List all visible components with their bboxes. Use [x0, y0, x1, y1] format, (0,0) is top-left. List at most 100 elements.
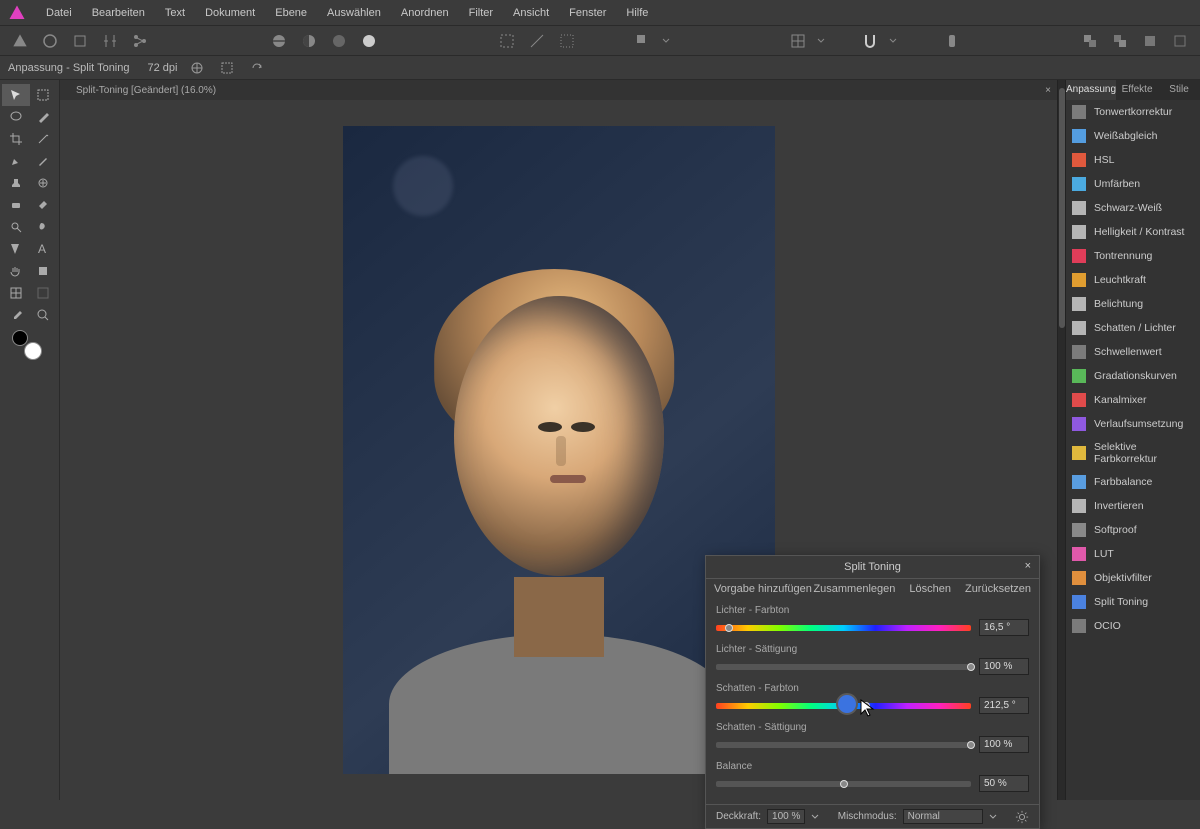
pencil-tool[interactable]	[30, 150, 58, 172]
adjustment-recolor[interactable]: Umfärben	[1066, 172, 1200, 196]
brush-tool[interactable]	[30, 106, 58, 128]
fit-icon[interactable]	[187, 58, 207, 78]
marquee-tool[interactable]	[30, 84, 58, 106]
right-scrollbar[interactable]	[1057, 80, 1065, 800]
chevron-down-icon[interactable]	[989, 813, 997, 821]
cube-icon[interactable]	[68, 29, 92, 53]
adjustment-gradientmap[interactable]: Verlaufsumsetzung	[1066, 412, 1200, 436]
selection-rect-icon[interactable]	[495, 29, 519, 53]
pen-tool[interactable]	[2, 150, 30, 172]
chevron-down-icon[interactable]	[661, 29, 671, 53]
move-tool[interactable]	[2, 84, 30, 106]
adjustment-hsl[interactable]: HSL	[1066, 148, 1200, 172]
tab-stile[interactable]: Stile	[1158, 80, 1200, 100]
reset-button[interactable]: Zurücksetzen	[965, 583, 1031, 595]
adjustment-selective[interactable]: Selektive Farbkorrektur	[1066, 436, 1200, 470]
selection-refine-icon[interactable]	[555, 29, 579, 53]
adjustment-threshold[interactable]: Schwellenwert	[1066, 340, 1200, 364]
grid-icon[interactable]	[786, 29, 810, 53]
adjustment-invert[interactable]: Invertieren	[1066, 494, 1200, 518]
menu-filter[interactable]: Filter	[459, 3, 503, 23]
menu-fenster[interactable]: Fenster	[559, 3, 616, 23]
tab-effekte[interactable]: Effekte	[1116, 80, 1158, 100]
selection-diag-icon[interactable]	[525, 29, 549, 53]
blend-dropdown[interactable]: Normal	[903, 809, 983, 824]
adjustment-vibrance[interactable]: Leuchtkraft	[1066, 268, 1200, 292]
share-icon[interactable]	[128, 29, 152, 53]
lasso-tool[interactable]	[2, 106, 30, 128]
menu-hilfe[interactable]: Hilfe	[616, 3, 658, 23]
layer-op1-icon[interactable]	[267, 29, 291, 53]
adjustment-posterize[interactable]: Tontrennung	[1066, 244, 1200, 268]
swirl-icon[interactable]	[38, 29, 62, 53]
adjustment-lensfilter[interactable]: Objektivfilter	[1066, 566, 1200, 590]
rotate-icon[interactable]	[247, 58, 267, 78]
chevron-down-icon[interactable]	[888, 29, 898, 53]
adjustment-sh[interactable]: Schatten / Lichter	[1066, 316, 1200, 340]
highlight-hue-slider[interactable]	[716, 625, 971, 631]
snap-icon[interactable]	[858, 29, 882, 53]
close-icon[interactable]: ×	[1045, 85, 1051, 96]
crop-tool[interactable]	[2, 128, 30, 150]
layer-op3-icon[interactable]	[327, 29, 351, 53]
zoom-tool[interactable]	[30, 304, 58, 326]
node-tool[interactable]	[2, 238, 30, 260]
layer-op2-icon[interactable]	[297, 29, 321, 53]
menu-anordnen[interactable]: Anordnen	[391, 3, 459, 23]
fill-tool[interactable]	[30, 194, 58, 216]
chevron-down-icon[interactable]	[811, 813, 819, 821]
mesh-tool[interactable]	[2, 282, 30, 304]
adjustment-bw[interactable]: Schwarz-Weiß	[1066, 196, 1200, 220]
highlight-sat-value[interactable]: 100 %	[979, 658, 1029, 675]
grid-tool[interactable]	[30, 282, 58, 304]
shadow-sat-slider[interactable]	[716, 742, 971, 748]
text-tool[interactable]: A	[30, 238, 58, 260]
wand-tool[interactable]	[30, 128, 58, 150]
menu-ebene[interactable]: Ebene	[265, 3, 317, 23]
quicksel-icon[interactable]	[631, 29, 655, 53]
mirror-icon[interactable]	[98, 29, 122, 53]
document-tab[interactable]: Split-Toning [Geändert] (16.0%)	[68, 83, 224, 98]
menu-auswählen[interactable]: Auswählen	[317, 3, 391, 23]
adjustment-wb[interactable]: Weißabgleich	[1066, 124, 1200, 148]
gear-icon[interactable]	[1015, 810, 1029, 824]
balance-slider[interactable]	[716, 781, 971, 787]
adjustment-curves[interactable]: Gradationskurven	[1066, 364, 1200, 388]
adjustment-colorbal[interactable]: Farbbalance	[1066, 470, 1200, 494]
dodge-tool[interactable]	[2, 216, 30, 238]
menu-text[interactable]: Text	[155, 3, 195, 23]
arrange4-icon[interactable]	[1168, 29, 1192, 53]
opacity-value[interactable]: 100 %	[767, 809, 805, 824]
eraser-tool[interactable]	[2, 194, 30, 216]
burn-tool[interactable]	[30, 216, 58, 238]
arrange1-icon[interactable]	[1078, 29, 1102, 53]
shadow-hue-value[interactable]: 212,5 °	[979, 697, 1029, 714]
shape-tool[interactable]	[30, 260, 58, 282]
menu-bearbeiten[interactable]: Bearbeiten	[82, 3, 155, 23]
target-icon[interactable]	[940, 29, 964, 53]
adjustment-ocio[interactable]: OCIO	[1066, 614, 1200, 638]
adjustment-exposure[interactable]: Belichtung	[1066, 292, 1200, 316]
shadow-hue-slider[interactable]	[716, 703, 971, 709]
arrange2-icon[interactable]	[1108, 29, 1132, 53]
adjustment-bc[interactable]: Helligkeit / Kontrast	[1066, 220, 1200, 244]
merge-button[interactable]: Zusammenlegen	[813, 583, 895, 595]
highlight-hue-value[interactable]: 16,5 °	[979, 619, 1029, 636]
menu-dokument[interactable]: Dokument	[195, 3, 265, 23]
chevron-down-icon[interactable]	[816, 29, 826, 53]
stamp-tool[interactable]	[2, 172, 30, 194]
add-preset-button[interactable]: Vorgabe hinzufügen	[714, 583, 812, 595]
delete-button[interactable]: Löschen	[909, 583, 951, 595]
layer-op4-icon[interactable]	[357, 29, 381, 53]
menu-datei[interactable]: Datei	[36, 3, 82, 23]
color-swatches[interactable]	[12, 330, 42, 360]
balance-value[interactable]: 50 %	[979, 775, 1029, 792]
adjustment-levels[interactable]: Tonwertkorrektur	[1066, 100, 1200, 124]
arrange3-icon[interactable]	[1138, 29, 1162, 53]
heal-tool[interactable]	[30, 172, 58, 194]
tab-anpassung[interactable]: Anpassung	[1066, 80, 1116, 100]
adjustment-channelmix[interactable]: Kanalmixer	[1066, 388, 1200, 412]
adjustment-lut[interactable]: LUT	[1066, 542, 1200, 566]
persona-photo-icon[interactable]	[8, 29, 32, 53]
shadow-sat-value[interactable]: 100 %	[979, 736, 1029, 753]
